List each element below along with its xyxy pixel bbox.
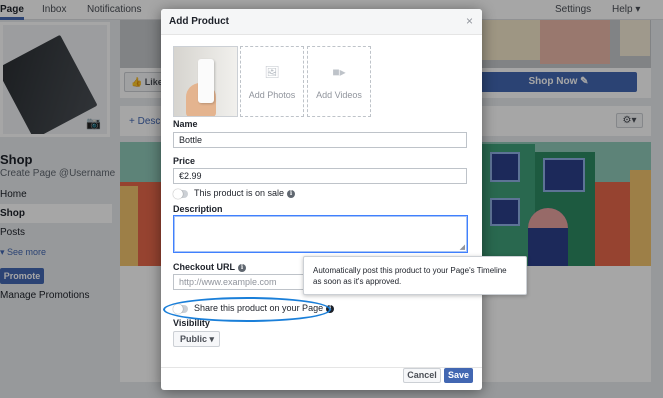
- price-label: Price: [173, 156, 196, 166]
- info-icon[interactable]: i: [287, 189, 296, 198]
- add-photos-label: Add Photos: [248, 90, 296, 100]
- product-photo-thumbnail[interactable]: [173, 46, 238, 117]
- checkout-url-label-row: Checkout URL i: [173, 262, 247, 272]
- save-button[interactable]: Save: [444, 368, 473, 383]
- add-videos-button[interactable]: ■▸ Add Videos: [307, 46, 371, 117]
- toggle-knob: [173, 189, 183, 199]
- on-sale-label: This product is on sale: [194, 188, 285, 198]
- photo-icon: 🖼: [264, 65, 280, 79]
- dialog-header: Add Product ×: [161, 9, 482, 35]
- visibility-dropdown[interactable]: Public ▾: [173, 331, 220, 347]
- checkout-url-field[interactable]: http://www.example.com: [173, 274, 313, 290]
- video-camera-icon: ■▸: [332, 65, 346, 79]
- name-label: Name: [173, 119, 198, 129]
- dialog-title: Add Product: [169, 16, 229, 27]
- name-field[interactable]: Bottle: [173, 132, 467, 148]
- price-field[interactable]: €2.99: [173, 168, 467, 184]
- highlight-ellipse: [163, 297, 331, 322]
- add-videos-label: Add Videos: [316, 90, 362, 100]
- cancel-button[interactable]: Cancel: [403, 368, 441, 383]
- on-sale-toggle-text: This product is on sale i: [194, 188, 296, 198]
- on-sale-toggle[interactable]: [173, 189, 188, 199]
- description-textarea[interactable]: ◢: [173, 215, 468, 253]
- checkout-url-label: Checkout URL: [173, 262, 236, 272]
- share-info-tooltip: Automatically post this product to your …: [303, 256, 527, 295]
- add-photos-button[interactable]: 🖼 Add Photos: [240, 46, 304, 117]
- resize-handle-icon[interactable]: ◢: [460, 243, 465, 251]
- photo-bottle: [198, 59, 214, 103]
- description-label: Description: [173, 204, 223, 214]
- info-icon[interactable]: i: [238, 263, 247, 272]
- close-icon[interactable]: ×: [466, 14, 473, 28]
